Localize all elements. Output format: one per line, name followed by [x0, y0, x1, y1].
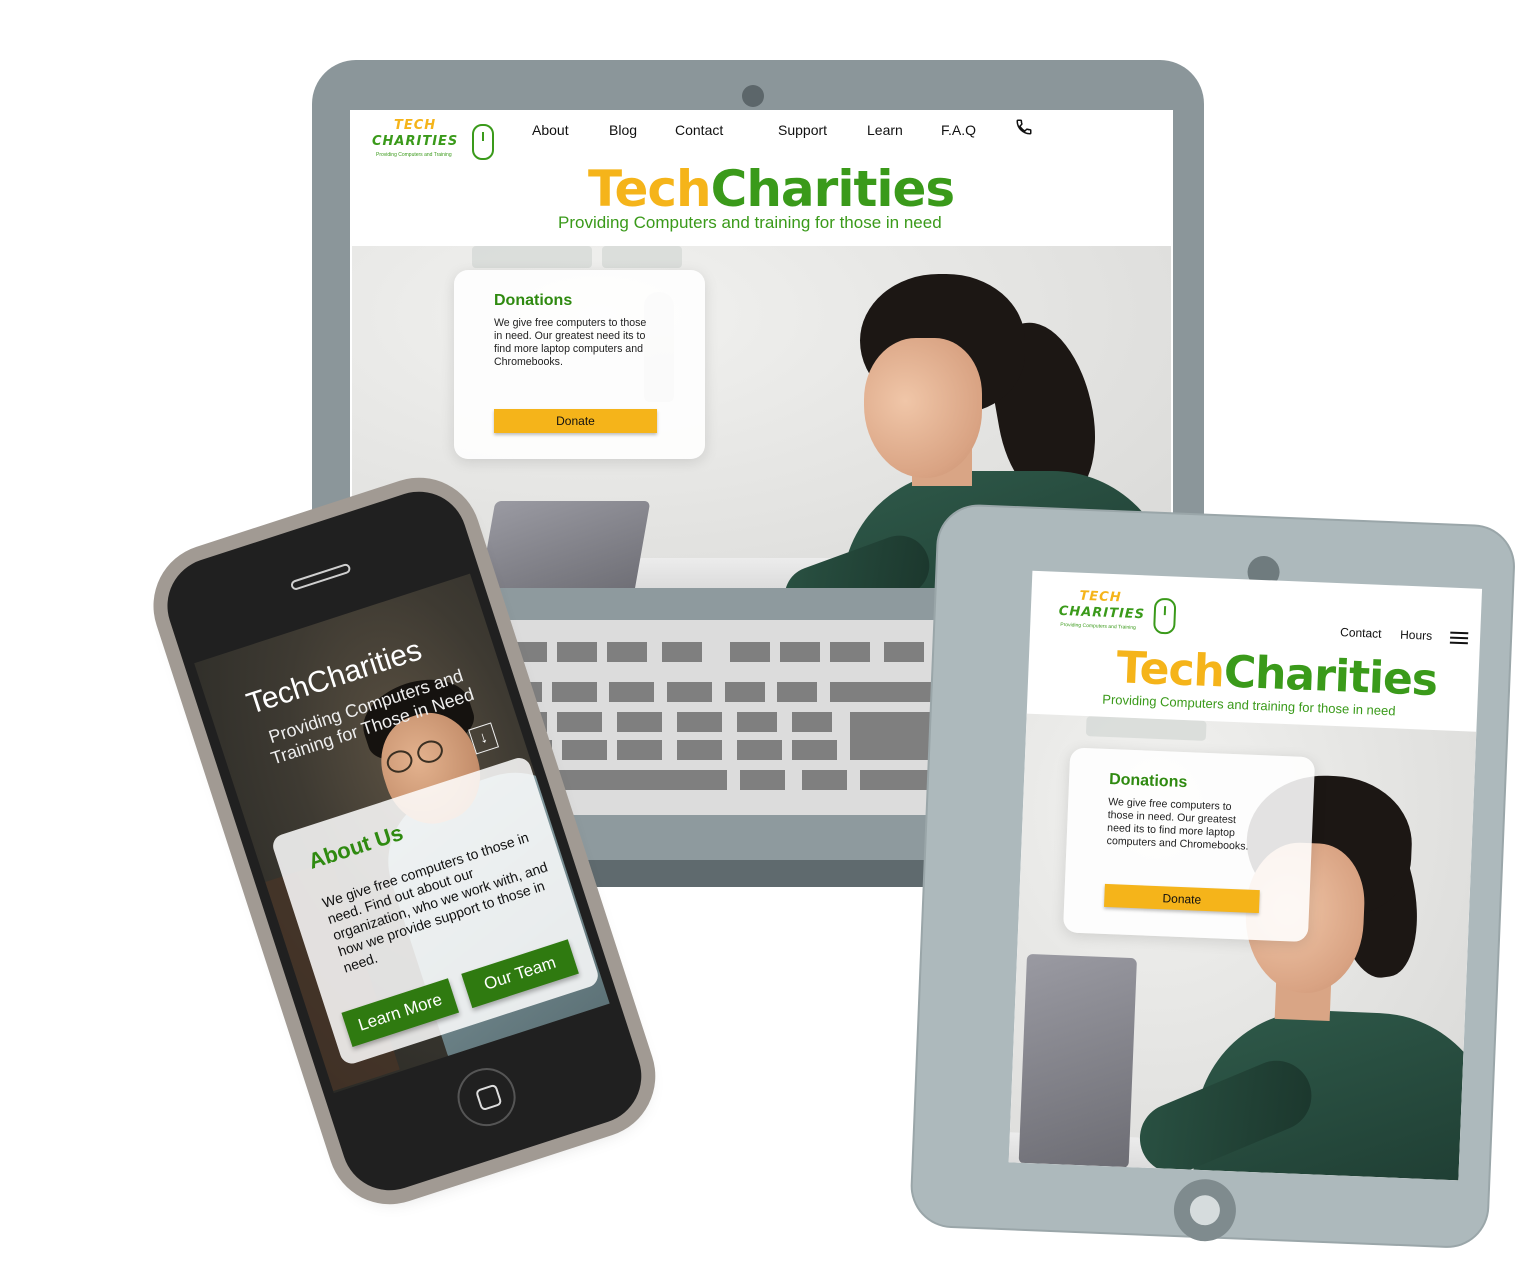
tablet-logo-tagline: Providing Computers and Training: [1060, 621, 1136, 631]
laptop-camera: [742, 85, 764, 107]
nav-about[interactable]: About: [532, 122, 569, 138]
tablet-mouse-icon: [1153, 597, 1177, 635]
donations-title: Donations: [494, 292, 573, 309]
brand-title: TechCharities: [588, 160, 956, 218]
tablet-nav-hours[interactable]: Hours: [1400, 628, 1433, 643]
tablet-donations-title: Donations: [1108, 771, 1188, 792]
tablet-logo-line-1: TECH: [1079, 588, 1122, 606]
logo-tagline: Providing Computers and Training: [376, 152, 452, 158]
tablet-nav-contact[interactable]: Contact: [1340, 625, 1382, 641]
tablet-donate-button[interactable]: Donate: [1104, 883, 1260, 914]
logo-line-2: CHARITIES: [372, 134, 459, 149]
tablet-screen: TECH CHARITIES Providing Computers and T…: [1008, 570, 1483, 1181]
phone-icon[interactable]: [1015, 118, 1035, 138]
brand-title-charities: Charities: [710, 160, 956, 218]
logo-line-1: TECH: [394, 118, 437, 133]
nav-learn[interactable]: Learn: [867, 122, 903, 138]
tablet-logo[interactable]: TECH CHARITIES Providing Computers and T…: [1058, 588, 1180, 639]
donate-button[interactable]: Donate: [494, 409, 657, 433]
brand-tagline: Providing Computers and training for tho…: [558, 213, 942, 232]
tablet-donations-body: We give free computers to those in need.…: [1106, 795, 1249, 853]
nav-blog[interactable]: Blog: [609, 122, 637, 138]
desktop-header: TECH CHARITIES Providing Computers and T…: [350, 110, 1173, 246]
tablet-brand-title-tech: Tech: [1115, 642, 1225, 698]
brand-title-tech: Tech: [588, 160, 712, 218]
tablet-device: TECH CHARITIES Providing Computers and T…: [911, 505, 1515, 1248]
nav-contact[interactable]: Contact: [675, 122, 723, 138]
mouse-icon: [472, 124, 494, 160]
nav-faq[interactable]: F.A.Q: [941, 122, 976, 138]
tablet-logo-line-2: CHARITIES: [1058, 603, 1146, 623]
logo[interactable]: TECH CHARITIES Providing Computers and T…: [372, 118, 502, 164]
donations-card: Donations We give free computers to thos…: [454, 270, 705, 459]
nav-support[interactable]: Support: [778, 122, 827, 138]
tablet-donations-card: Donations We give free computers to thos…: [1062, 747, 1316, 943]
about-us-title: About Us: [305, 819, 407, 874]
donations-body: We give free computers to those in need.…: [494, 317, 647, 368]
hamburger-menu-icon[interactable]: [1449, 631, 1469, 645]
